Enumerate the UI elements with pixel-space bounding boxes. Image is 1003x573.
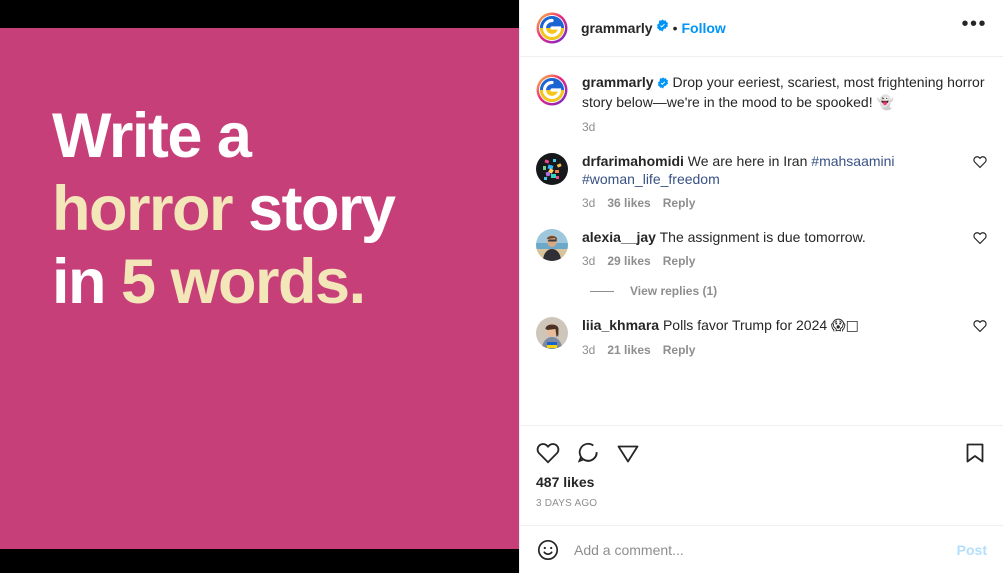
follow-button[interactable]: Follow xyxy=(682,20,726,36)
replies-dash xyxy=(590,290,614,292)
avatar[interactable] xyxy=(536,73,568,134)
avatar[interactable] xyxy=(536,12,568,44)
more-options-icon[interactable]: ••• xyxy=(961,14,987,42)
comment-timestamp: 3d xyxy=(582,254,596,268)
post-media[interactable]: Write a horror story in 5 words. xyxy=(0,0,519,573)
comment-like-button[interactable] xyxy=(967,152,987,210)
grammarly-avatar-icon xyxy=(536,74,568,106)
header-separator: • xyxy=(672,20,678,36)
save-button[interactable] xyxy=(963,441,987,465)
like-button[interactable] xyxy=(536,441,560,465)
media-headline: Write a horror story in 5 words. xyxy=(52,100,512,319)
caption-text: grammarly Drop your eeriest, scariest, m… xyxy=(582,73,987,112)
comment-body-text: The assignment is due tomorrow. xyxy=(659,229,866,245)
view-replies-button[interactable]: View replies (1) xyxy=(590,284,987,298)
comment-likes[interactable]: 29 likes xyxy=(607,254,650,268)
caption-meta: 3d xyxy=(582,120,987,134)
comment-username[interactable]: alexia__jay xyxy=(582,229,656,245)
comment-reply-button[interactable]: Reply xyxy=(663,196,696,210)
emoji-smiley-icon xyxy=(537,539,559,560)
heart-icon xyxy=(973,320,987,333)
add-comment-input[interactable] xyxy=(574,541,943,558)
comment-text: alexia__jay The assignment is due tomorr… xyxy=(582,228,953,246)
media-headline-line-1: Write a xyxy=(52,100,512,173)
instagram-post: Write a horror story in 5 words. grammar… xyxy=(0,0,1003,573)
post-timestamp: 3 DAYS AGO xyxy=(536,498,598,509)
hashtag-link[interactable]: #woman_life_freedom xyxy=(582,171,720,187)
grammarly-avatar-icon xyxy=(536,12,568,44)
ghost-emoji-icon: 👻 xyxy=(876,95,894,111)
beach-portrait-avatar-icon xyxy=(536,229,568,261)
header-username-group: grammarly • Follow xyxy=(581,19,726,37)
comment-row: alexia__jay The assignment is due tomorr… xyxy=(536,212,987,270)
comment-button[interactable] xyxy=(576,441,600,465)
share-button[interactable] xyxy=(616,441,640,465)
likes-count[interactable]: 487 likes xyxy=(536,474,987,498)
media-text-segment: Write a xyxy=(52,101,252,171)
heart-icon xyxy=(536,443,560,464)
emoji-picker-button[interactable] xyxy=(536,538,560,562)
media-text-segment: in xyxy=(52,247,121,318)
post-sidebar: grammarly • Follow ••• grammarly Drop yo… xyxy=(519,0,1003,573)
avatar[interactable] xyxy=(536,228,568,268)
verified-badge-icon xyxy=(656,19,669,37)
bookmark-icon xyxy=(966,443,984,463)
comment-body: drfarimahomidi We are here in Iran #mahs… xyxy=(582,152,953,210)
avatar[interactable] xyxy=(536,152,568,210)
comment-meta: 3d 29 likes Reply xyxy=(582,254,953,268)
comment-like-button[interactable] xyxy=(967,316,987,357)
comment-meta: 3d 36 likes Reply xyxy=(582,196,953,210)
comment-timestamp: 3d xyxy=(582,196,596,210)
media-canvas: Write a horror story in 5 words. xyxy=(0,28,519,549)
comment-body: alexia__jay The assignment is due tomorr… xyxy=(582,228,953,268)
add-comment-bar: Post xyxy=(520,525,1003,573)
header-right: ••• xyxy=(961,14,987,42)
post-header: grammarly • Follow ••• xyxy=(520,0,1003,57)
heart-icon xyxy=(973,232,987,245)
comment-body: liia_khmara Polls favor Trump for 2024 😱… xyxy=(582,316,953,357)
caption-body: grammarly Drop your eeriest, scariest, m… xyxy=(582,73,987,134)
comment-likes[interactable]: 36 likes xyxy=(607,196,650,210)
post-actions: 487 likes 3 DAYS AGO xyxy=(520,425,1003,525)
header-username[interactable]: grammarly xyxy=(581,20,653,36)
comment-username[interactable]: drfarimahomidi xyxy=(582,153,684,169)
caption-username[interactable]: grammarly xyxy=(582,74,654,90)
comment-row: drfarimahomidi We are here in Iran #mahs… xyxy=(536,136,987,212)
comment-text: liia_khmara Polls favor Trump for 2024 😱… xyxy=(582,316,953,335)
comment-row: liia_khmara Polls favor Trump for 2024 😱… xyxy=(536,300,987,359)
confetti-avatar-icon xyxy=(536,153,568,185)
media-text-segment: 5 words. xyxy=(121,247,366,318)
post-comment-button[interactable]: Post xyxy=(957,542,987,558)
avatar[interactable] xyxy=(536,316,568,357)
media-text-segment: horror xyxy=(52,174,249,245)
comment-body-text: Polls favor Trump for 2024 xyxy=(662,317,832,333)
verified-badge-icon xyxy=(657,75,669,93)
comment-reply-button[interactable]: Reply xyxy=(663,343,696,357)
action-icon-bar xyxy=(536,432,987,474)
comment-username[interactable]: liia_khmara xyxy=(582,317,659,333)
caption-timestamp: 3d xyxy=(582,120,596,134)
media-headline-line-3: in 5 words. xyxy=(52,246,512,319)
comment-reply-button[interactable]: Reply xyxy=(663,254,696,268)
comments-list[interactable]: grammarly Drop your eeriest, scariest, m… xyxy=(520,57,1003,425)
media-text-segment: story xyxy=(248,174,396,245)
caption-row: grammarly Drop your eeriest, scariest, m… xyxy=(536,57,987,136)
hashtag-link[interactable]: #mahsaamini xyxy=(811,153,894,169)
comment-icon xyxy=(577,442,598,463)
comment-body-text: We are here in Iran xyxy=(687,153,812,169)
screaming-face-emoji-icon: 😱□ xyxy=(831,318,859,334)
comment-meta: 3d 21 likes Reply xyxy=(582,343,953,357)
comment-timestamp: 3d xyxy=(582,343,596,357)
comment-like-button[interactable] xyxy=(967,228,987,268)
comment-text: drfarimahomidi We are here in Iran #mahs… xyxy=(582,152,953,188)
portrait-flag-avatar-icon xyxy=(536,317,568,349)
media-headline-line-2: horror story xyxy=(52,173,512,246)
comment-likes[interactable]: 21 likes xyxy=(607,343,650,357)
heart-icon xyxy=(973,156,987,169)
view-replies-label: View replies (1) xyxy=(630,284,718,298)
share-icon xyxy=(617,445,639,463)
